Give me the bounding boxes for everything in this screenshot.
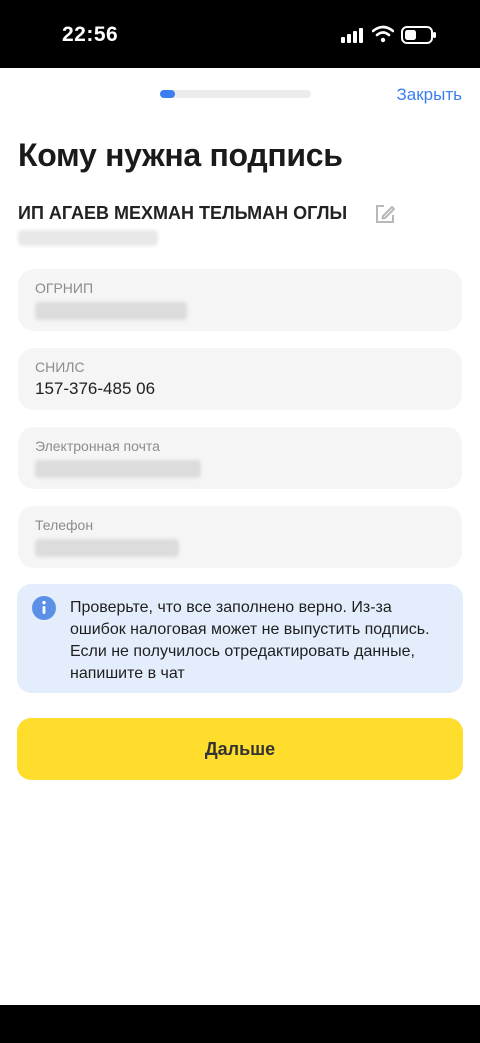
wifi-icon — [372, 25, 394, 43]
ogrnip-field[interactable]: ОГРНИП — [18, 269, 462, 331]
progress-bar — [160, 90, 311, 98]
email-label: Электронная почта — [35, 438, 160, 454]
email-field[interactable]: Электронная почта — [18, 427, 462, 489]
owner-name: ИП АГАЕВ МЕХМАН ТЕЛЬМАН ОГЛЫ — [18, 203, 348, 223]
phone-field[interactable]: Телефон — [18, 506, 462, 568]
info-notice: Проверьте, что все заполнено верно. Из-з… — [17, 584, 463, 693]
phone-value-redacted — [35, 539, 179, 557]
snils-label: СНИЛС — [35, 359, 85, 375]
status-bar: 22:56 — [0, 0, 480, 68]
signal-icon — [341, 28, 363, 43]
status-time: 22:56 — [62, 23, 119, 46]
snils-value: 157-376-485 06 — [35, 379, 156, 398]
ogrnip-label: ОГРНИП — [35, 280, 94, 296]
page-title: Кому нужна подпись — [18, 137, 343, 173]
info-text: Проверьте, что все заполнено верно. Из-з… — [70, 599, 430, 682]
ogrnip-value-redacted — [35, 302, 187, 320]
battery-icon — [401, 26, 436, 44]
progress-fill — [160, 90, 176, 98]
info-icon — [32, 596, 56, 620]
phone-label: Телефон — [35, 517, 94, 533]
bottom-bar — [0, 1005, 480, 1043]
next-button[interactable]: Дальше — [17, 718, 463, 780]
snils-field[interactable]: СНИЛС 157-376-485 06 — [18, 348, 462, 410]
close-button[interactable]: Закрыть — [397, 85, 462, 105]
edit-icon[interactable] — [373, 202, 397, 226]
email-value-redacted — [35, 460, 201, 478]
inn-redacted — [18, 230, 158, 246]
